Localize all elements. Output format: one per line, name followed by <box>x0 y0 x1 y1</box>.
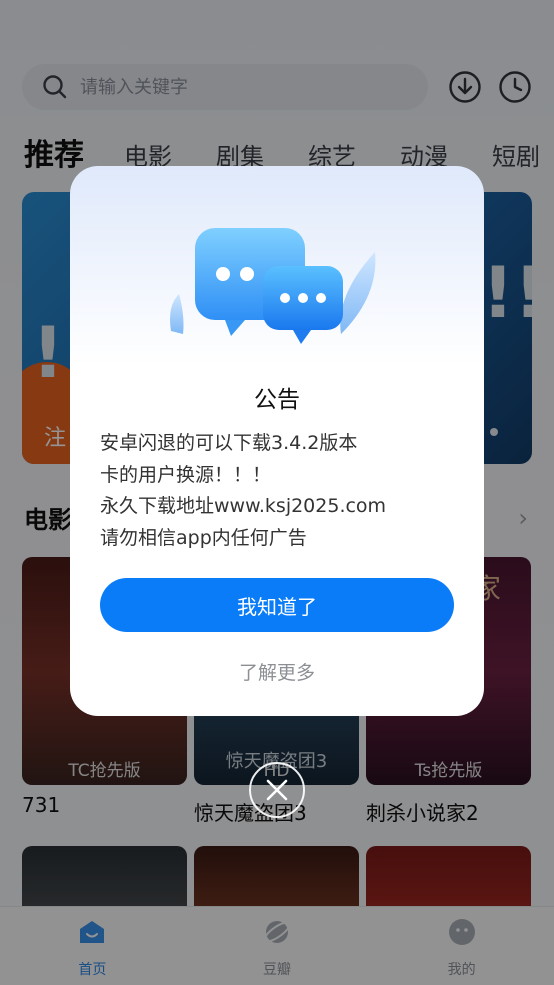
acknowledge-button[interactable]: 我知道了 <box>100 578 454 632</box>
close-icon <box>266 779 288 801</box>
dialog-line: 请勿相信app内任何广告 <box>100 526 307 549</box>
close-dialog-button[interactable] <box>249 762 305 818</box>
dialog-line: 永久下载地址www.ksj2025.com <box>100 495 387 517</box>
app-screen: 推荐 电影 剧集 综艺 动漫 短剧 注 ! !! 电影 › TC抢先版 731 … <box>0 0 554 985</box>
chat-bubbles-icon <box>170 228 376 344</box>
dialog-title: 公告 <box>254 387 300 413</box>
dialog-line: 卡的用户换源！！！ <box>100 463 272 486</box>
announcement-dialog: 公告 安卓闪退的可以下载3.4.2版本 卡的用户换源！！！ 永久下载地址www.… <box>70 166 484 716</box>
dialog-body: 安卓闪退的可以下载3.4.2版本 卡的用户换源！！！ 永久下载地址www.ksj… <box>100 428 460 554</box>
dialog-line: 安卓闪退的可以下载3.4.2版本 <box>100 432 358 454</box>
learn-more-link[interactable]: 了解更多 <box>70 658 484 685</box>
